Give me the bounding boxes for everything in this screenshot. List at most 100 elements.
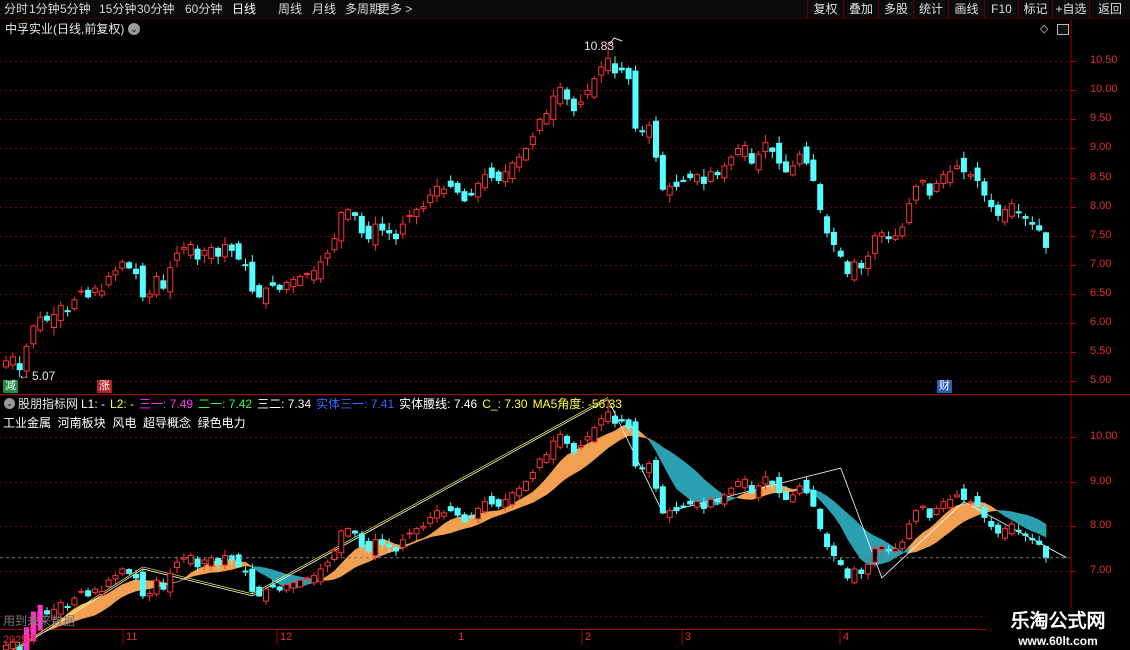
tab-period-8[interactable]: 月线 [312,2,336,16]
candle-body-89 [611,63,618,74]
toolbar-button-2[interactable]: 多股 [878,0,913,19]
ind-candle-body-10 [71,597,78,606]
candle-body-109 [748,153,755,164]
band-segment-101 [696,471,705,509]
band-segment-64 [443,519,452,535]
ind-candle-body-104 [714,499,721,503]
candle-body-80 [550,95,557,121]
ind-candle-body-81 [557,433,564,448]
ind-candle-body-11 [78,590,85,593]
band-segment-119 [819,491,828,509]
band-segment-122 [840,506,848,539]
chevron-down-icon[interactable]: ⌄ [4,398,15,409]
band-segment-135 [929,521,937,547]
toolbar-button-1[interactable]: 叠加 [843,0,878,19]
band-segment-13 [94,596,103,616]
tab-period-0[interactable]: 分时 [4,2,28,16]
ind-candle-body-92 [632,421,639,467]
price-tick-3: 9.00 [1090,141,1112,154]
tab-period-2[interactable]: 5分钟 [60,2,91,16]
tab-period-9[interactable]: 多周期 [345,2,381,16]
watermark-url: www.60lt.com [1018,634,1098,648]
toolbar-button-3[interactable]: 统计 [913,0,948,19]
candle-body-41 [283,281,290,291]
band-segment-5 [40,630,48,635]
candle-body-144 [988,199,995,208]
ind-candle-body-62 [427,516,434,524]
band-segment-43 [299,576,308,588]
ind-candle-body-20 [139,571,146,597]
band-segment-139 [956,503,965,527]
badge-cai[interactable]: 财 [937,380,952,393]
date-label-2: 12 [280,631,293,643]
ind-candle-body-139 [954,494,961,498]
candle-body-62 [427,194,434,204]
candle-body-27 [187,244,194,256]
ind-candle-body-119 [817,508,824,530]
candle-body-12 [85,289,92,298]
candle-body-56 [386,230,393,234]
candle-body-121 [830,231,837,246]
ind-candle-body-67 [461,514,468,523]
toolbar-button-4[interactable]: 画线 [948,0,984,19]
candle-body-141 [967,174,974,177]
tab-period-7[interactable]: 周线 [278,2,302,16]
ind-candle-body-102 [700,503,707,509]
indicator-legend: L1: - L2: - 三一: 7.49 二一: 7.42 三二: 7.34 实体三一: … [81,397,627,411]
candle-body-127 [871,235,878,254]
band-segment-57 [395,544,404,551]
diamond-icon[interactable]: ◇ [1040,22,1048,35]
badge-jian[interactable]: 减 [3,380,18,393]
date-label-5: 3 [685,631,692,643]
candle-body-59 [406,214,413,217]
tab-period-10[interactable]: 更多 > [378,2,412,16]
candle-body-79 [543,113,550,125]
ind-candle-body-49 [338,530,345,554]
band-segment-141 [970,501,978,519]
tab-period-6[interactable]: 日线 [232,2,256,16]
ind-candle-body-19 [133,574,139,579]
band-segment-89 [614,425,623,444]
toolbar-button-7[interactable]: +自选 [1052,0,1089,19]
candle-body-52 [358,215,365,234]
candle-body-142 [974,167,981,181]
ind-candle-body-101 [694,501,701,508]
band-segment-150 [1032,516,1040,535]
band-segment-66 [457,516,465,531]
ind-candle-body-14 [98,590,105,595]
ind-candle-body-86 [591,427,598,443]
candle-body-129 [885,236,892,240]
toolbar-button-8[interactable]: 返回 [1089,0,1130,19]
ind-candle-body-32 [221,554,228,566]
ind-candle-body-39 [269,584,276,588]
ind-candle-body-51 [351,530,358,534]
toolbar-button-6[interactable]: 标记 [1018,0,1052,19]
chevron-down-icon[interactable]: ⌄ [128,23,140,35]
ind-candle-body-141 [967,501,974,504]
ind-candle-body-53 [365,540,372,552]
toolbar-button-0[interactable]: 复权 [807,0,843,19]
band-segment-28 [197,565,205,576]
tab-period-3[interactable]: 15分钟 [99,2,136,16]
price-tick-7: 7.00 [1090,257,1112,270]
low-price-label: 5.07 [32,369,56,383]
band-segment-129 [888,543,896,563]
panel-toggle-icon[interactable] [1057,24,1069,35]
ind-candle-body-40 [276,586,283,591]
ind-candle-body-9 [64,605,71,608]
date-label-0: 2025年 [3,634,39,646]
tab-period-4[interactable]: 30分钟 [137,2,174,16]
price-tick-2: 9.50 [1090,112,1112,125]
tab-period-1[interactable]: 1分钟 [29,2,60,16]
band-segment-98 [676,455,684,495]
band-segment-111 [765,483,773,496]
ind-candle-body-82 [564,435,571,444]
candle-body-143 [981,181,988,196]
band-segment-18 [128,579,137,594]
tab-period-5[interactable]: 60分钟 [185,2,222,16]
toolbar-button-5[interactable]: F10 [984,0,1018,19]
band-segment-145 [997,510,1006,517]
candle-body-20 [139,265,146,298]
band-segment-148 [1018,513,1026,529]
badge-zhang[interactable]: 涨 [97,380,112,393]
